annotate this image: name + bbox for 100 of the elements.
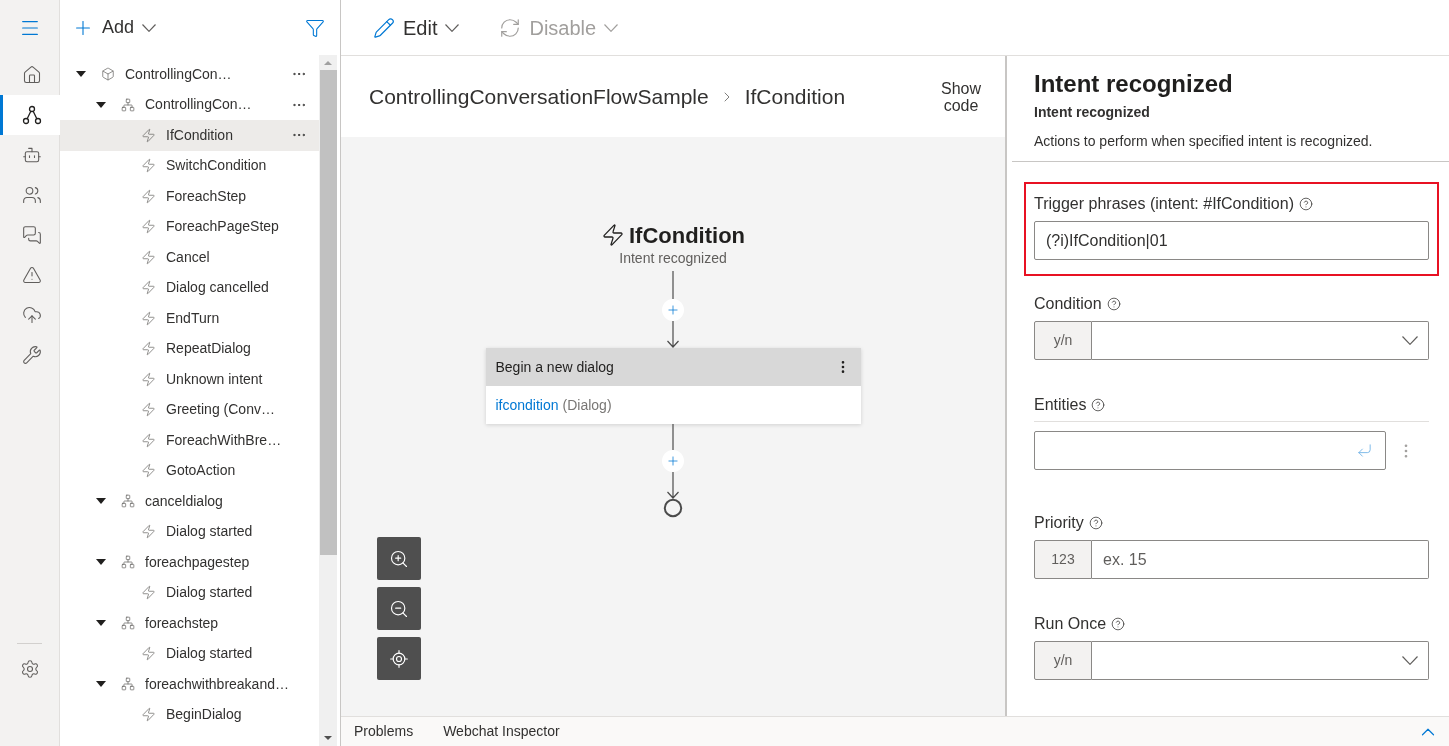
scroll-up-icon[interactable] — [323, 59, 333, 67]
tree-item[interactable]: foreachpagestep — [60, 547, 319, 578]
connector-line — [672, 271, 674, 299]
tree-item[interactable]: ForeachWithBre… — [60, 425, 319, 456]
help-icon[interactable] — [1088, 516, 1103, 530]
wrench-icon — [21, 345, 42, 365]
help-icon[interactable] — [1091, 398, 1106, 412]
cloud-upload-icon — [21, 305, 42, 325]
action-card[interactable]: Begin a new dialog ifcondition (Dialog) — [485, 348, 861, 424]
field-label: Condition — [1034, 294, 1102, 314]
zoom-out-button[interactable] — [377, 587, 421, 630]
input-field[interactable]: ex. 15 — [1092, 540, 1429, 579]
input-field[interactable]: (?i)IfCondition|01 — [1034, 221, 1429, 260]
node-subtitle: Intent recognized — [619, 249, 727, 267]
filter-icon — [305, 17, 325, 38]
lightning-icon — [141, 524, 156, 540]
hierarchy-icon — [121, 494, 135, 509]
lightning-icon — [141, 432, 156, 448]
help-icon[interactable] — [1299, 197, 1313, 211]
lightning-icon — [141, 127, 156, 143]
connector-arrow — [666, 321, 680, 348]
hierarchy-icon — [121, 555, 135, 570]
tree-item[interactable]: Dialog started — [60, 516, 319, 547]
locate-icon — [389, 648, 409, 669]
panel-subtitle: Intent recognized — [1034, 103, 1151, 122]
tree-item[interactable]: Dialog started — [60, 638, 319, 669]
scrollbar[interactable] — [319, 55, 337, 746]
connector-line — [672, 424, 674, 450]
field-label: Run Once — [1034, 614, 1107, 634]
tree-item[interactable]: foreachwithbreakand… — [60, 669, 319, 700]
warning-icon — [21, 265, 42, 285]
tree-item[interactable]: Greeting (Conv… — [60, 394, 319, 425]
edit-button[interactable]: Edit — [373, 12, 460, 43]
breadcrumb-item[interactable]: ControllingConversationFlowSample — [369, 80, 709, 113]
tree-item[interactable]: SwitchCondition — [60, 150, 319, 181]
input-field[interactable] — [1034, 431, 1386, 470]
dropdown[interactable] — [1092, 641, 1429, 680]
lightning-icon — [141, 310, 156, 326]
cube-icon — [101, 67, 115, 82]
home-icon — [21, 65, 42, 85]
tree-item[interactable]: ControllingCon… — [60, 89, 319, 120]
plus-icon — [666, 303, 680, 317]
tree-item[interactable]: Dialog started — [60, 577, 319, 608]
tree-item[interactable]: Unknown intent — [60, 364, 319, 395]
lightning-icon — [141, 219, 156, 235]
recenter-button[interactable] — [377, 637, 421, 680]
field-label: Trigger phrases (intent: #IfCondition) — [1034, 194, 1294, 214]
lightning-icon — [141, 158, 156, 174]
dropdown[interactable] — [1092, 321, 1429, 360]
panel-tab[interactable]: Problems — [354, 721, 414, 742]
panel-title: Intent recognized — [1034, 69, 1234, 99]
hierarchy-icon — [121, 616, 135, 631]
hierarchy-icon — [121, 677, 135, 692]
breadcrumb-item[interactable]: IfCondition — [744, 80, 846, 113]
zoom-in-icon — [389, 548, 409, 569]
field-label: Entities — [1034, 395, 1087, 415]
settings-icon — [19, 659, 40, 679]
pencil-icon — [373, 16, 395, 39]
chevron-down-icon — [142, 23, 157, 32]
tree-item[interactable]: GotoAction — [60, 455, 319, 486]
card-header-title: Begin a new dialog — [495, 357, 614, 377]
scroll-down-icon[interactable] — [323, 734, 333, 742]
flow-icon — [21, 105, 42, 125]
tree-item[interactable]: ForeachPageStep — [60, 211, 319, 242]
tree-item[interactable]: ControllingCon… — [60, 59, 319, 90]
node-title: IfCondition — [628, 221, 746, 250]
tree-item[interactable]: ForeachStep — [60, 181, 319, 212]
show-code-button[interactable]: Show code — [937, 79, 985, 114]
tree-item[interactable]: IfCondition — [60, 120, 319, 151]
tree-item[interactable]: Cancel — [60, 242, 319, 273]
tree-item[interactable]: Dialog cancelled — [60, 272, 319, 303]
lightning-icon — [141, 341, 156, 357]
tree-item[interactable]: EndTurn — [60, 303, 319, 334]
lightning-icon — [141, 463, 156, 479]
tree-item[interactable]: canceldialog — [60, 486, 319, 517]
robot-icon — [21, 145, 42, 165]
nav-item[interactable] — [0, 95, 60, 135]
zoom-out-icon — [389, 598, 409, 619]
help-icon[interactable] — [1111, 617, 1126, 631]
zoom-in-button[interactable] — [377, 537, 421, 580]
help-icon[interactable] — [1106, 297, 1121, 311]
end-circle-icon — [663, 498, 683, 518]
users-icon — [21, 185, 42, 205]
add-button[interactable]: Add — [70, 14, 159, 41]
panel-description: Actions to perform when specified intent is recognized. — [1034, 132, 1374, 151]
type-prefix: 123 — [1034, 540, 1092, 579]
lightning-icon — [141, 707, 156, 723]
lightning-icon — [141, 585, 156, 601]
type-prefix: y/n — [1034, 641, 1092, 680]
dialog-link[interactable]: ifcondition — [495, 394, 559, 416]
lightning-icon — [141, 280, 156, 296]
tree-item[interactable]: RepeatDialog — [60, 333, 319, 364]
tree-item[interactable]: BeginDialog — [60, 699, 319, 730]
panel-tab[interactable]: Webchat Inspector — [443, 721, 560, 742]
tree-item[interactable]: foreachstep — [60, 608, 319, 639]
field-label: Priority — [1034, 513, 1084, 533]
type-prefix: y/n — [1034, 321, 1092, 360]
chevron-down-icon — [1402, 656, 1418, 665]
lightning-icon — [600, 223, 625, 247]
scrollbar-thumb[interactable] — [319, 70, 337, 555]
